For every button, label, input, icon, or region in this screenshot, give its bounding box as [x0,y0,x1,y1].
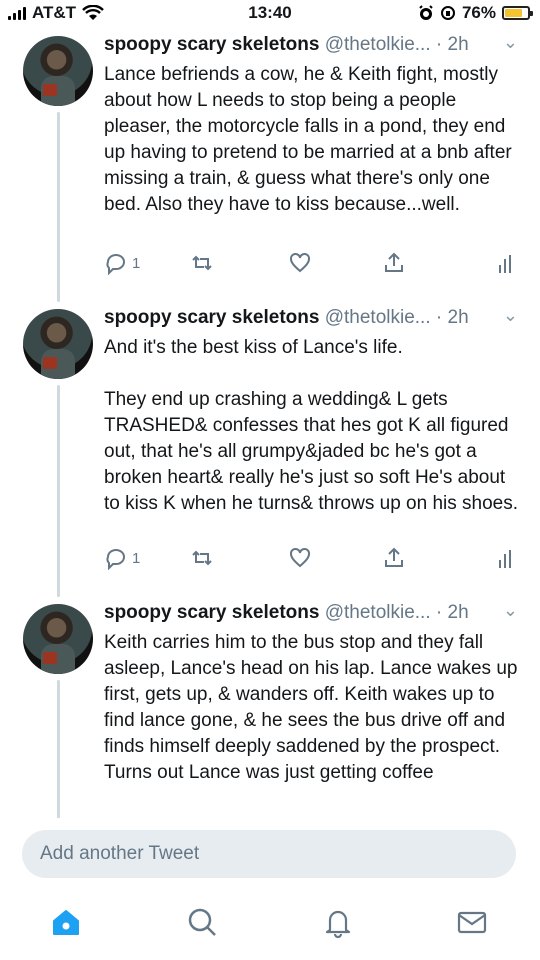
tweet-actions: 1 [104,250,518,276]
notifications-icon [325,910,351,938]
thread-connector-line [57,680,60,818]
reply-button[interactable]: 1 [104,545,140,571]
tweet-text: Keith carries him to the bus stop and th… [104,632,523,783]
tab-notifications[interactable] [318,902,358,942]
analytics-button[interactable] [494,250,518,276]
separator-dot: · [435,307,443,328]
share-button[interactable] [382,545,406,571]
messages-icon [457,911,487,934]
reply-count: 1 [132,254,141,272]
status-right: 76% [418,3,533,23]
search-icon [188,908,216,936]
bottom-tab-bar [0,892,540,960]
avatar[interactable] [23,604,93,674]
user-handle[interactable]: @thetolkie... [325,307,431,328]
analytics-icon [499,255,511,273]
reply-icon [106,548,125,570]
chevron-down-icon[interactable]: ⌄ [503,32,518,53]
thread-connector-line [57,385,60,597]
like-button[interactable] [288,250,312,276]
add-tweet-input[interactable]: Add another Tweet [22,830,516,878]
tweet-time: 2h [447,602,469,623]
add-tweet-placeholder: Add another Tweet [40,843,200,864]
retweet-button[interactable] [190,250,214,276]
user-handle[interactable]: @thetolkie... [325,34,431,55]
retweet-icon [192,550,212,566]
tweet-text: Lance befriends a cow, he & Keith fight,… [104,64,517,215]
separator-dot: · [435,602,443,623]
heart-icon [290,547,310,568]
tweet[interactable]: spoopy scary skeletons @thetolkie... · 2… [0,303,540,599]
tweet-thread[interactable]: spoopy scary skeletons @thetolkie... · 2… [0,30,540,818]
reply-button[interactable]: 1 [104,250,140,276]
separator-dot: · [435,34,443,55]
thread-connector-line [57,112,60,302]
tab-messages[interactable] [452,902,492,942]
retweet-button[interactable] [190,545,214,571]
share-icon [385,252,403,272]
status-bar: AT&T 13:40 76% [0,0,540,30]
display-name[interactable]: spoopy scary skeletons [104,34,319,55]
heart-icon [290,252,310,273]
display-name[interactable]: spoopy scary skeletons [104,307,319,328]
battery-icon [502,6,533,20]
alarm-icon [419,5,433,20]
tweet-time: 2h [447,34,469,55]
share-button[interactable] [382,250,406,276]
tweet-header: spoopy scary skeletons @thetolkie... · 2… [104,307,524,329]
tweet-header: spoopy scary skeletons @thetolkie... · 2… [104,34,524,56]
reply-icon [106,253,125,275]
tweet-actions: 1 [104,545,518,571]
avatar[interactable] [23,36,93,106]
home-icon [53,910,79,935]
like-button[interactable] [288,545,312,571]
avatar[interactable] [23,309,93,379]
user-handle[interactable]: @thetolkie... [325,602,431,623]
analytics-button[interactable] [494,545,518,571]
display-name[interactable]: spoopy scary skeletons [104,602,319,623]
tweet-time: 2h [447,307,469,328]
analytics-icon [499,550,511,568]
battery-percent: 76% [461,3,496,22]
tweet[interactable]: spoopy scary skeletons @thetolkie... · 2… [0,30,540,305]
tab-home[interactable] [46,902,86,942]
chevron-down-icon[interactable]: ⌄ [503,600,518,621]
tweet-text: And it's the best kiss of Lance's life. … [104,337,518,514]
chevron-down-icon[interactable]: ⌄ [503,305,518,326]
tab-search[interactable] [182,902,222,942]
orientation-lock-icon [440,6,455,20]
tweet-header: spoopy scary skeletons @thetolkie... · 2… [104,602,524,624]
reply-count: 1 [132,549,141,567]
share-icon [385,547,403,567]
tweet[interactable]: spoopy scary skeletons @thetolkie... · 2… [0,598,540,818]
retweet-icon [192,255,212,271]
